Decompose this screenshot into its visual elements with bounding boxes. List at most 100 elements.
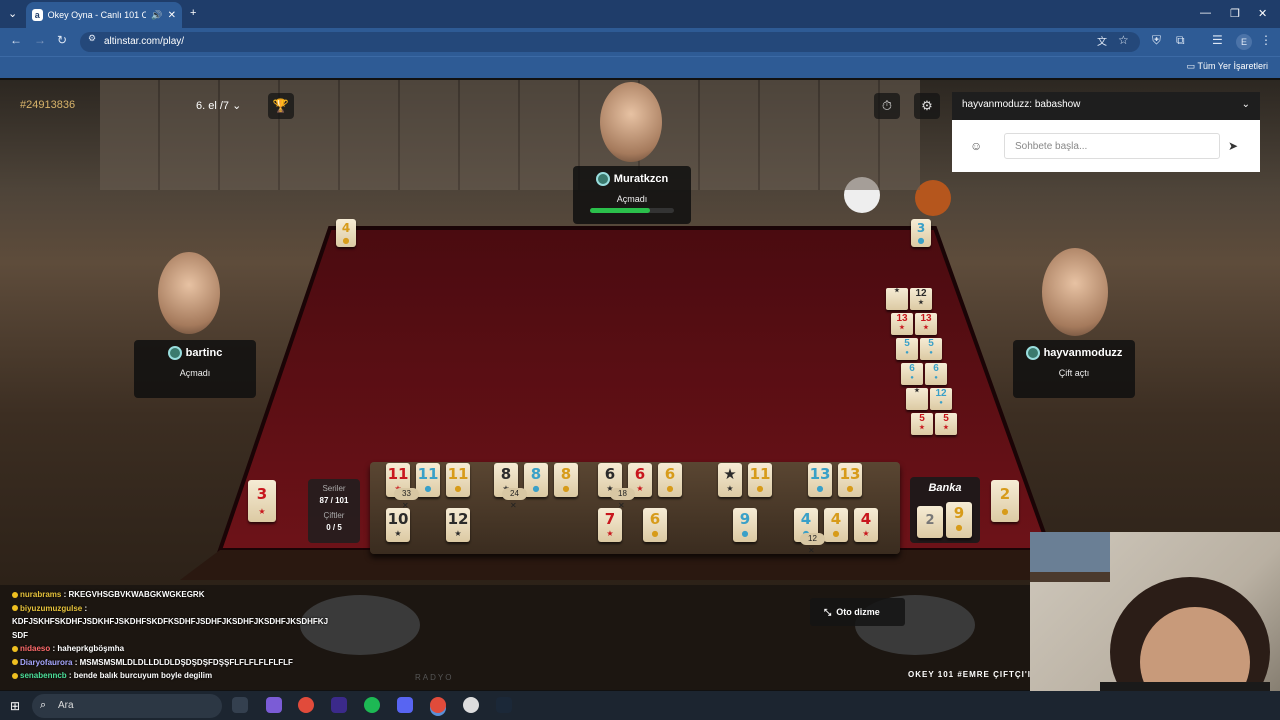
rack-tile[interactable]: 12 ★ [446, 508, 470, 542]
rack-tile[interactable]: 9 ● [733, 508, 757, 542]
shield-icon[interactable]: ⛨ [1152, 33, 1161, 48]
chevron-down-icon[interactable]: ⌄ [1242, 92, 1250, 118]
discard-tile-bottom-left[interactable]: 3 ★ [248, 480, 276, 522]
rack-tile[interactable]: 10 ★ [386, 508, 410, 542]
emoji-icon[interactable]: ☺ [970, 139, 982, 153]
chrome-icon[interactable] [298, 697, 314, 713]
settings-gear-icon[interactable]: ⚙ [914, 93, 940, 119]
opened-pair-tile[interactable]: 12 ★ [910, 288, 932, 310]
radio-label[interactable]: RADYO [415, 673, 453, 682]
all-bookmarks-link[interactable]: ▭ Tüm Yer İşaretleri [1187, 61, 1268, 72]
url-field[interactable]: altinstar.com/play/ [80, 32, 1140, 52]
tile-mark-icon: ● [939, 400, 943, 406]
copilot-icon[interactable] [266, 697, 282, 713]
badge-icon [12, 659, 18, 666]
chrome-active-icon[interactable] [430, 697, 446, 713]
discard-tile-bottom-right[interactable]: 2 ● [991, 480, 1019, 522]
tile-number: 12 [915, 288, 927, 299]
rack-tile[interactable]: 6 ● [643, 508, 667, 542]
back-icon[interactable]: ← [10, 33, 22, 47]
opened-pair-tile[interactable]: ★ [906, 388, 928, 410]
bank-stack-tile[interactable]: 2 [917, 506, 943, 538]
tile-number: 4 [860, 510, 872, 528]
menu-kebab-icon[interactable]: ⋮ [1260, 33, 1272, 47]
forward-icon[interactable]: → [34, 33, 46, 47]
discard-tile-top-left[interactable]: 4 ● [336, 219, 356, 247]
opened-pair-tile[interactable]: 5 ★ [911, 413, 933, 435]
site-info-icon[interactable]: ⚙ [88, 33, 96, 44]
obs-icon[interactable] [463, 697, 479, 713]
chat-last-message: hayvanmoduzz: babashow [962, 99, 1081, 110]
extensions-icon[interactable]: ⧉ [1176, 33, 1185, 48]
discord-icon[interactable] [397, 697, 413, 713]
group-score-chip[interactable]: 18 ✕ [610, 488, 635, 510]
close-tab-icon[interactable]: ✕ [168, 10, 176, 21]
rack-tile[interactable]: 13 ● [838, 463, 862, 497]
reload-icon[interactable]: ↻ [57, 33, 67, 47]
tile-number: 3 [256, 485, 268, 503]
windows-start-icon[interactable]: ⊞ [10, 699, 20, 713]
media-icon[interactable]: ☰ [1212, 33, 1223, 47]
browser-tab[interactable]: a Okey Oyna - Canlı 101 Okey 🔊 ✕ [26, 2, 182, 28]
profile-avatar[interactable]: E [1236, 34, 1252, 50]
opened-pair-tile[interactable]: ★ [886, 288, 908, 310]
opened-pair-tile[interactable]: 13 ★ [891, 313, 913, 335]
speaker-icon[interactable]: 🔊 [151, 10, 162, 21]
opened-pair-tile[interactable]: 5 ● [896, 338, 918, 360]
discard-tile-top-right[interactable]: 3 ● [911, 219, 931, 247]
group-score-chip[interactable]: 24 ✕ [502, 488, 527, 510]
group-score-chip[interactable]: 33 ✕ [394, 488, 419, 510]
send-icon[interactable]: ➤ [1228, 139, 1238, 153]
task-view-icon[interactable] [232, 697, 248, 713]
stream-chat-line: biyuzumuzgulse : [12, 604, 87, 613]
opened-pair-tile[interactable]: 6 ● [925, 363, 947, 385]
vs-icon[interactable] [331, 697, 347, 713]
taskbar-search[interactable]: Ara [32, 694, 222, 718]
player-name-top: Muratkzcn [613, 172, 669, 185]
opened-pair-tile[interactable]: 5 ★ [935, 413, 957, 435]
opened-pair-tile[interactable]: 5 ● [920, 338, 942, 360]
player-status-top: Açmadı [616, 194, 648, 204]
rack-tile[interactable]: 8 ● [524, 463, 548, 497]
tile-mark-icon: ● [905, 350, 909, 356]
window-close-icon[interactable]: ✕ [1258, 7, 1267, 20]
rack-tile[interactable]: 4 ★ [854, 508, 878, 542]
group-score-chip[interactable]: 12 ✕ [800, 533, 825, 555]
minimize-icon[interactable]: — [1200, 7, 1211, 19]
chat-input[interactable]: Sohbete başla... [1004, 133, 1220, 159]
player-plate-left[interactable]: bartinc Açmadı [134, 340, 256, 398]
round-selector[interactable]: 6. el /7 ⌄ [196, 99, 241, 112]
chat-message: : RKEGVHSGBVKWABGKWGKEGRK [63, 590, 205, 599]
tile-mark-icon: ● [741, 529, 749, 538]
rack-tile[interactable]: 4● [824, 508, 848, 542]
translate-icon[interactable]: 文 [1097, 33, 1107, 48]
pairs-value: 0 / 5 [326, 523, 342, 532]
trophy-icon[interactable]: 🏆 [268, 93, 294, 119]
steam-icon[interactable] [496, 697, 512, 713]
bookmark-star-icon[interactable]: ☆ [1118, 33, 1129, 47]
rack-tile[interactable]: 7 ★ [598, 508, 622, 542]
rack-tile[interactable]: 11 ● [748, 463, 772, 497]
auto-sort-button[interactable]: ⤡ Oto dizme [810, 598, 905, 626]
rack-tile[interactable]: 11 ● [416, 463, 440, 497]
timer-icon[interactable]: ⏱ [874, 93, 900, 119]
opened-pair-tile[interactable]: 6 ● [901, 363, 923, 385]
rack-tile[interactable]: 6 ● [658, 463, 682, 497]
opened-pair-tile[interactable]: 13 ★ [915, 313, 937, 335]
new-tab-icon[interactable]: + [190, 7, 196, 19]
opened-pair-tile[interactable]: 12 ● [930, 388, 952, 410]
tile-number: 12 [447, 510, 469, 528]
player-plate-top[interactable]: Muratkzcn Açmadı [573, 166, 691, 224]
chat-username: biyuzumuzgulse [20, 603, 83, 613]
chat-header[interactable]: hayvanmoduzz: babashow ⌄ [952, 92, 1260, 120]
rack-tile[interactable]: 8 ● [554, 463, 578, 497]
spotify-icon[interactable] [364, 697, 380, 713]
player-plate-right[interactable]: hayvanmoduzz Çift açtı [1013, 340, 1135, 398]
tile-mark-icon: ★ [394, 529, 402, 538]
rack-tile[interactable]: 11 ● [446, 463, 470, 497]
rack-tile[interactable]: 13 ● [808, 463, 832, 497]
tile-number: 11 [417, 465, 439, 483]
restore-icon[interactable]: ❐ [1230, 7, 1240, 20]
tab-search-icon[interactable]: ⌄ [8, 7, 17, 20]
rack-tile[interactable]: ★ ★ [718, 463, 742, 497]
